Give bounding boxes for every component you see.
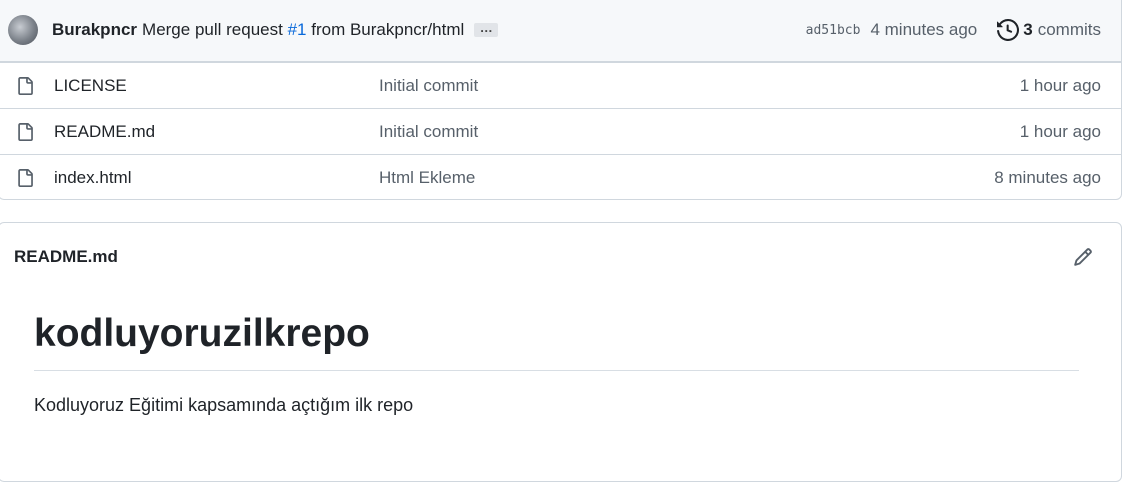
- commit-message-suffix[interactable]: from Burakpncr/html: [311, 20, 464, 39]
- latest-commit-bar: Burakpncr Merge pull request #1 from Bur…: [0, 0, 1121, 62]
- file-name-link[interactable]: LICENSE: [54, 76, 379, 96]
- readme-paragraph: Kodluyoruz Eğitimi kapsamında açtığım il…: [34, 394, 414, 415]
- file-icon: [16, 122, 36, 142]
- commit-sha-link[interactable]: ad51bcb: [806, 23, 861, 38]
- file-row[interactable]: index.html Html Ekleme 8 minutes ago: [0, 154, 1121, 199]
- readme-content: kodluyoruzilkrepo Kodluyoruz Eğitimi kap…: [0, 291, 1121, 416]
- history-icon: [997, 19, 1020, 41]
- commit-count[interactable]: 3: [1023, 20, 1032, 40]
- readme-panel: README.md kodluyoruzilkrepo Kodluyoruz E…: [0, 222, 1122, 482]
- avatar[interactable]: [8, 15, 38, 45]
- commit-message-prefix[interactable]: Merge pull request: [142, 20, 283, 39]
- file-commit-time: 8 minutes ago: [994, 167, 1101, 187]
- pull-request-link[interactable]: #1: [288, 20, 307, 39]
- commits-label[interactable]: commits: [1038, 20, 1101, 40]
- expand-commit-message-button[interactable]: …: [474, 21, 499, 37]
- readme-heading: kodluyoruzilkrepo: [34, 312, 1079, 371]
- file-commit-message-link[interactable]: Initial commit: [379, 76, 1020, 96]
- commit-author-link[interactable]: Burakpncr: [52, 20, 137, 40]
- edit-readme-button[interactable]: [1073, 247, 1093, 267]
- file-commit-time: 1 hour ago: [1019, 75, 1101, 95]
- file-icon: [16, 168, 36, 188]
- file-browser: Burakpncr Merge pull request #1 from Bur…: [0, 0, 1122, 200]
- file-name-link[interactable]: index.html: [54, 168, 379, 188]
- pencil-icon: [1074, 248, 1092, 266]
- file-row[interactable]: README.md Initial commit 1 hour ago: [0, 108, 1121, 154]
- commit-message[interactable]: Merge pull request #1 from Burakpncr/htm…: [142, 20, 464, 40]
- file-commit-message-link[interactable]: Initial commit: [379, 122, 1020, 142]
- readme-header: README.md: [0, 223, 1121, 291]
- commit-history-link[interactable]: 3 commits: [997, 19, 1101, 41]
- file-commit-time: 1 hour ago: [1019, 121, 1101, 141]
- file-row[interactable]: LICENSE Initial commit 1 hour ago: [0, 62, 1121, 108]
- commit-time: 4 minutes ago: [870, 20, 978, 39]
- file-icon: [16, 76, 36, 96]
- file-commit-message-link[interactable]: Html Ekleme: [379, 168, 994, 188]
- file-name-link[interactable]: README.md: [54, 122, 379, 142]
- readme-filename: README.md: [14, 247, 118, 266]
